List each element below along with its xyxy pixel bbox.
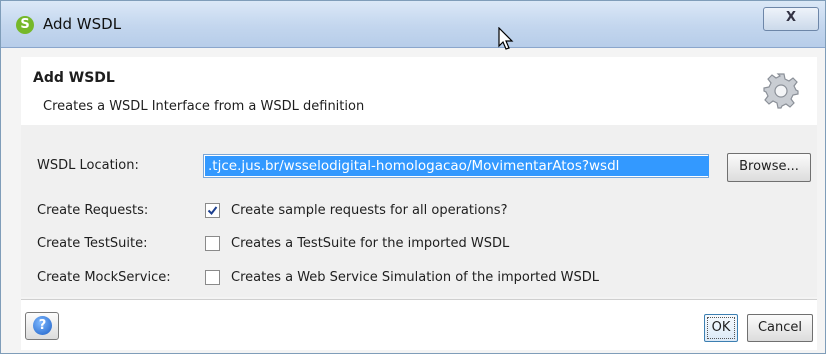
window-title: Add WSDL [43, 15, 122, 33]
options-form: WSDL Location: .tjce.jus.br/wsselodigita… [21, 125, 817, 297]
create-mockservice-label: Create MockService: [37, 270, 171, 285]
wsdl-location-selected-text[interactable]: .tjce.jus.br/wsselodigital-homologacao/M… [205, 156, 709, 176]
title-bar[interactable]: S Add WSDL X [1, 1, 825, 48]
help-icon: ? [33, 316, 52, 335]
close-button[interactable]: X [763, 7, 819, 31]
ok-button[interactable]: OK [704, 314, 738, 342]
checkmark-icon [207, 206, 218, 216]
create-testsuite-text: Creates a TestSuite for the imported WSD… [231, 236, 510, 251]
create-mockservice-checkbox[interactable] [205, 270, 220, 285]
create-testsuite-checkbox[interactable] [205, 236, 220, 251]
cancel-button[interactable]: Cancel [747, 314, 813, 342]
dialog-header: Add WSDL Creates a WSDL Interface from a… [21, 57, 817, 126]
create-requests-label: Create Requests: [37, 203, 149, 218]
mouse-cursor-icon [498, 27, 514, 50]
create-requests-text: Create sample requests for all operation… [231, 203, 508, 218]
gear-icon [763, 73, 799, 109]
browse-button[interactable]: Browse... [727, 153, 811, 182]
header-description: Creates a WSDL Interface from a WSDL def… [43, 99, 365, 114]
header-title: Add WSDL [33, 70, 115, 86]
add-wsdl-dialog: S Add WSDL X Add WSDL Creates a WSDL Int… [0, 0, 826, 354]
dialog-footer: ? OK Cancel [21, 299, 817, 350]
wsdl-location-label: WSDL Location: [37, 158, 139, 173]
create-mockservice-text: Creates a Web Service Simulation of the … [231, 270, 600, 285]
create-testsuite-label: Create TestSuite: [37, 236, 148, 251]
soapui-app-icon: S [16, 16, 34, 34]
create-requests-checkbox[interactable] [205, 203, 220, 218]
help-button[interactable]: ? [25, 312, 59, 340]
